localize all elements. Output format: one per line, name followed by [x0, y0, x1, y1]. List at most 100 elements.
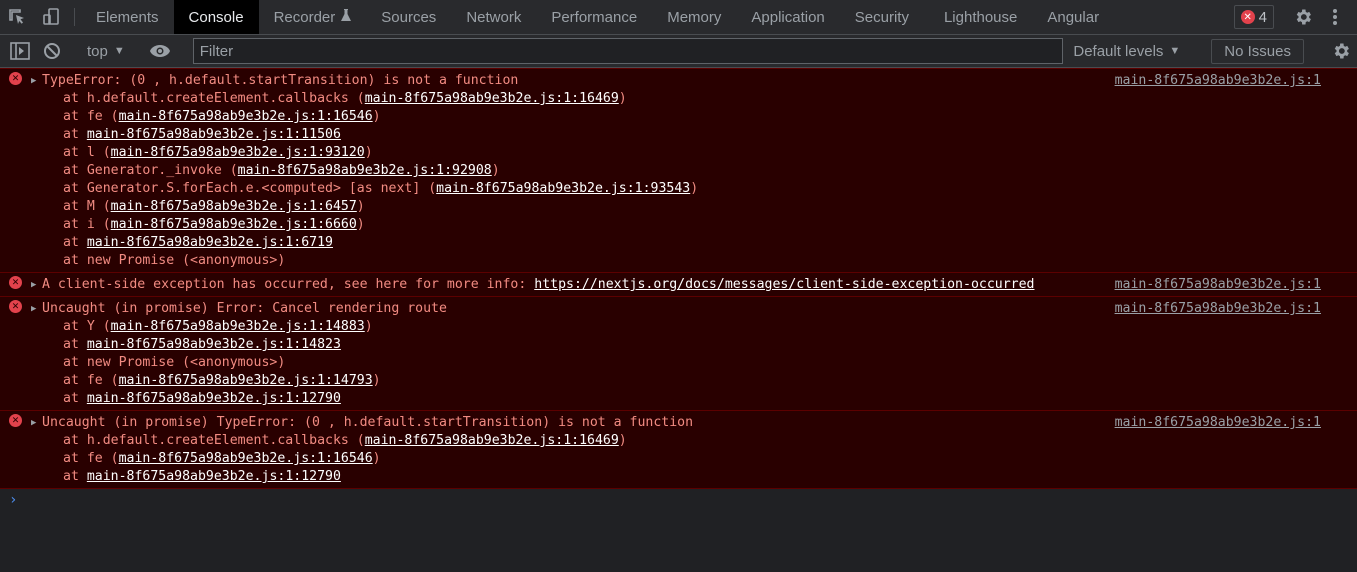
settings-icon[interactable]: [1287, 2, 1319, 32]
frame-suffix: ): [364, 319, 373, 334]
frame-suffix: ): [491, 163, 500, 178]
issues-label: No Issues: [1224, 42, 1291, 60]
context-label: top: [87, 42, 108, 60]
levels-label: Default levels: [1073, 42, 1164, 60]
console-error-message[interactable]: ✕ main-8f675a98ab9e3b2e.js:1 ▶ Uncaught (in…: [0, 297, 1357, 411]
tab-elements[interactable]: Elements: [81, 0, 174, 34]
frame-prefix: at Generator.S.forEach.e.<computed> [as …: [63, 181, 437, 196]
devtools-tabbar: Elements Console Recorder Sources Networ…: [0, 0, 1357, 35]
tab-security[interactable]: Security: [840, 0, 929, 34]
stack-frame: at Y (main-8f675a98ab9e3b2e.js:1:14883): [0, 318, 1357, 336]
frame-source-link[interactable]: main-8f675a98ab9e3b2e.js:1:93543: [436, 181, 690, 196]
message-header: ▶ Uncaught (in promise) TypeError: (0 , h…: [0, 414, 1357, 432]
frame-prefix: at new Promise (<anonymous>): [63, 355, 286, 370]
frame-source-link[interactable]: main-8f675a98ab9e3b2e.js:1:93120: [111, 145, 365, 160]
tab-angular[interactable]: Angular: [1032, 0, 1114, 34]
stack-frame: at fe (main-8f675a98ab9e3b2e.js:1:14793): [0, 372, 1357, 390]
tab-application[interactable]: Application: [736, 0, 839, 34]
frame-source-link[interactable]: main-8f675a98ab9e3b2e.js:1:16469: [365, 433, 619, 448]
tab-lighthouse[interactable]: Lighthouse: [929, 0, 1032, 34]
expand-triangle-icon[interactable]: ▶: [31, 414, 36, 432]
stack-frame: at i (main-8f675a98ab9e3b2e.js:1:6660): [0, 216, 1357, 234]
console-toolbar: top ▼ Default levels ▼ No Issues: [0, 35, 1357, 68]
frame-source-link[interactable]: main-8f675a98ab9e3b2e.js:1:14883: [111, 319, 365, 334]
docs-link[interactable]: https://nextjs.org/docs/messages/client-…: [534, 277, 1034, 292]
message-text: A client-side exception has occurred, se…: [42, 277, 535, 292]
frame-source-link[interactable]: main-8f675a98ab9e3b2e.js:1:16546: [119, 451, 373, 466]
message-text: Uncaught (in promise) TypeError: (0 , h.…: [42, 415, 694, 430]
tab-recorder[interactable]: Recorder: [259, 0, 367, 34]
frame-prefix: at: [63, 235, 87, 250]
frame-source-link[interactable]: main-8f675a98ab9e3b2e.js:1:12790: [87, 469, 341, 484]
frame-source-link[interactable]: main-8f675a98ab9e3b2e.js:1:11506: [87, 127, 341, 142]
stack-frame: at new Promise (<anonymous>): [0, 252, 1357, 270]
error-count-badge[interactable]: ✕ 4: [1233, 5, 1274, 29]
tab-label: Network: [466, 8, 522, 26]
stack-frame: at Generator._invoke (main-8f675a98ab9e3…: [0, 162, 1357, 180]
frame-suffix: ): [372, 109, 381, 124]
log-levels-dropdown[interactable]: Default levels ▼: [1063, 43, 1190, 60]
console-prompt[interactable]: ›: [0, 489, 1357, 511]
frame-prefix: at: [63, 127, 87, 142]
frame-prefix: at h.default.createElement.callbacks (: [63, 91, 365, 106]
frame-suffix: ): [618, 433, 627, 448]
frame-prefix: at: [63, 337, 87, 352]
tab-label: Lighthouse: [943, 8, 1018, 26]
tab-label: Security: [854, 8, 909, 26]
console-error-message[interactable]: ✕ main-8f675a98ab9e3b2e.js:1 ▶ TypeError: (…: [0, 68, 1357, 273]
error-icon: ✕: [1240, 10, 1255, 24]
inspect-element-icon[interactable]: [0, 0, 34, 34]
expand-triangle-icon[interactable]: ▶: [31, 276, 36, 294]
context-selector[interactable]: top ▼: [81, 43, 131, 60]
expand-triangle-icon[interactable]: ▶: [31, 300, 36, 318]
tab-label: Recorder: [273, 8, 336, 26]
message-text: Uncaught (in promise) Error: Cancel rend…: [42, 301, 447, 316]
console-settings-icon[interactable]: [1325, 36, 1357, 66]
stack-frame: at main-8f675a98ab9e3b2e.js:1:6719: [0, 234, 1357, 252]
frame-source-link[interactable]: main-8f675a98ab9e3b2e.js:1:16469: [365, 91, 619, 106]
console-error-message[interactable]: ✕ main-8f675a98ab9e3b2e.js:1 ▶ A client-sid…: [0, 273, 1357, 297]
frame-source-link[interactable]: main-8f675a98ab9e3b2e.js:1:12790: [87, 391, 341, 406]
frame-source-link[interactable]: main-8f675a98ab9e3b2e.js:1:92908: [238, 163, 492, 178]
frame-source-link[interactable]: main-8f675a98ab9e3b2e.js:1:6660: [111, 217, 357, 232]
issues-button[interactable]: No Issues: [1211, 38, 1304, 64]
stack-frame: at main-8f675a98ab9e3b2e.js:1:11506: [0, 126, 1357, 144]
frame-source-link[interactable]: main-8f675a98ab9e3b2e.js:1:6719: [87, 235, 333, 250]
error-count: 4: [1258, 8, 1267, 26]
stack-frame: at h.default.createElement.callbacks (ma…: [0, 432, 1357, 450]
tab-sources[interactable]: Sources: [366, 0, 451, 34]
clear-console-icon[interactable]: [36, 36, 68, 66]
stack-frame: at Generator.S.forEach.e.<computed> [as …: [0, 180, 1357, 198]
console-output: ✕ main-8f675a98ab9e3b2e.js:1 ▶ TypeError: (…: [0, 68, 1357, 572]
stack-frame: at main-8f675a98ab9e3b2e.js:1:14823: [0, 336, 1357, 354]
device-toolbar-icon[interactable]: [34, 0, 68, 34]
divider: [74, 8, 75, 26]
more-options-icon[interactable]: [1319, 2, 1351, 32]
frame-prefix: at M (: [63, 199, 111, 214]
dropdown-arrow-icon: ▼: [1169, 45, 1181, 57]
frame-prefix: at: [63, 469, 87, 484]
tab-network[interactable]: Network: [451, 0, 536, 34]
frame-source-link[interactable]: main-8f675a98ab9e3b2e.js:1:6457: [111, 199, 357, 214]
filter-input[interactable]: [192, 38, 1064, 64]
stack-frame: at main-8f675a98ab9e3b2e.js:1:12790: [0, 390, 1357, 408]
tab-label: Application: [751, 8, 825, 26]
expand-triangle-icon[interactable]: ▶: [31, 72, 36, 90]
tab-memory[interactable]: Memory: [652, 0, 736, 34]
frame-suffix: ): [690, 181, 699, 196]
stack-frame: at l (main-8f675a98ab9e3b2e.js:1:93120): [0, 144, 1357, 162]
show-sidebar-icon[interactable]: [4, 36, 36, 66]
dropdown-arrow-icon: ▼: [113, 45, 125, 57]
frame-suffix: ): [364, 145, 373, 160]
frame-source-link[interactable]: main-8f675a98ab9e3b2e.js:1:16546: [119, 109, 373, 124]
frame-suffix: ): [356, 199, 365, 214]
tab-console[interactable]: Console: [173, 0, 259, 34]
prompt-chevron-icon: ›: [9, 492, 18, 508]
flask-icon: [341, 8, 352, 26]
live-expression-eye-icon[interactable]: [144, 36, 176, 66]
console-error-message[interactable]: ✕ main-8f675a98ab9e3b2e.js:1 ▶ Uncaught (in…: [0, 411, 1357, 489]
frame-source-link[interactable]: main-8f675a98ab9e3b2e.js:1:14793: [119, 373, 373, 388]
frame-source-link[interactable]: main-8f675a98ab9e3b2e.js:1:14823: [87, 337, 341, 352]
tab-performance[interactable]: Performance: [536, 0, 652, 34]
stack-frame: at main-8f675a98ab9e3b2e.js:1:12790: [0, 468, 1357, 486]
